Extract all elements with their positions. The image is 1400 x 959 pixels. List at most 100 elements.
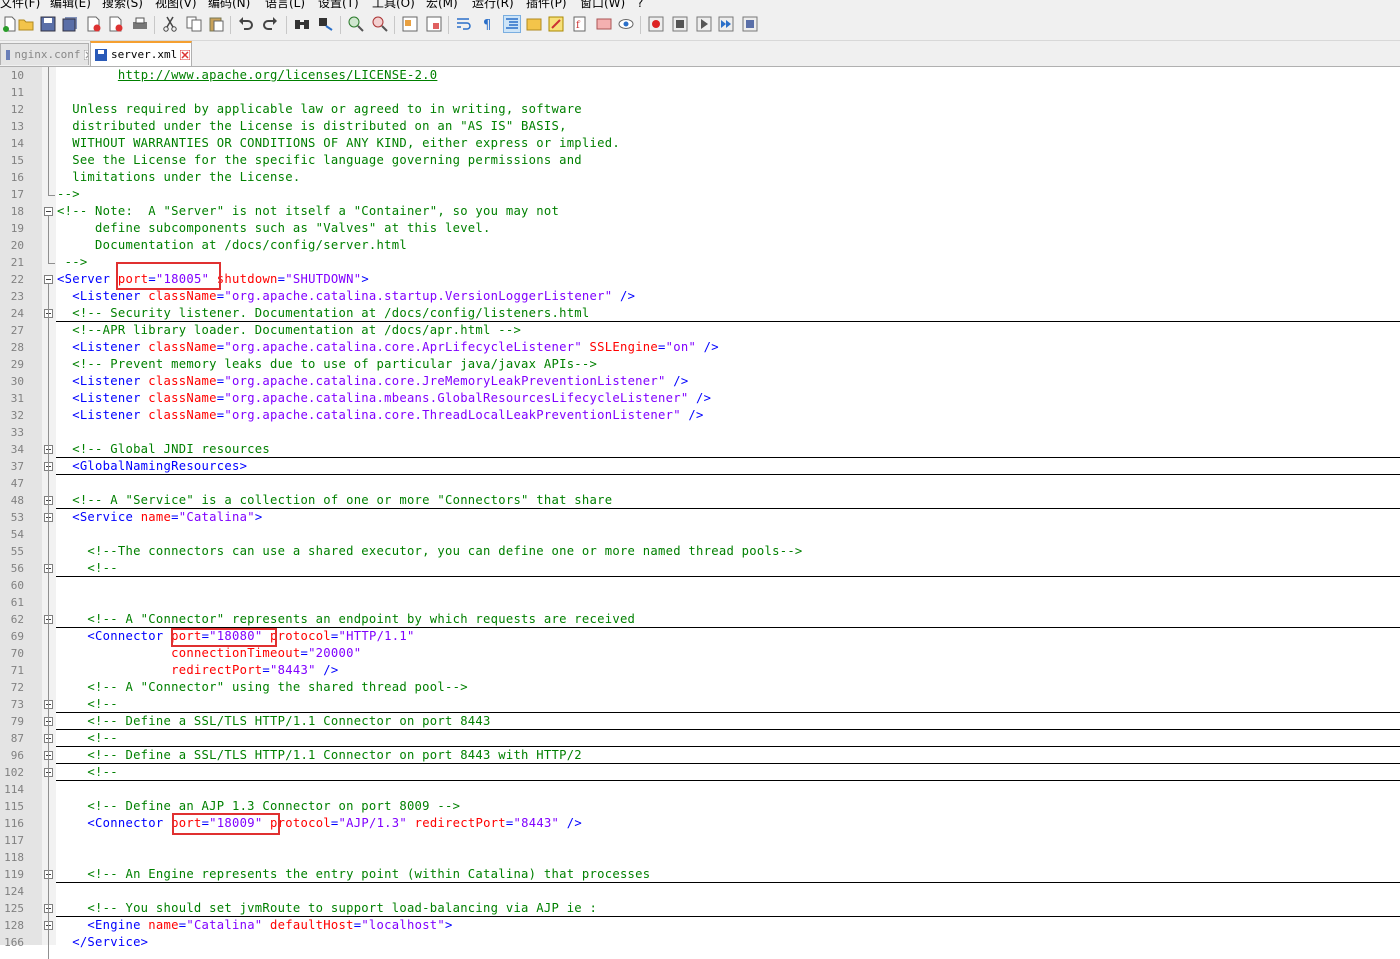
code-token: "Catalina" [178, 510, 255, 524]
menu-item[interactable]: 工具(O) [372, 0, 415, 10]
code-line: 71 redirectPort="8443" /> [0, 662, 1400, 679]
sync-horizontal-icon[interactable] [426, 16, 442, 32]
code-token: <Listener [57, 340, 149, 354]
code-text: </Service> [57, 934, 148, 951]
code-token: "org.apache.catalina.mbeans.GlobalResour… [224, 391, 689, 405]
code-line: 28 <Listener className = "org.apache.catal… [0, 339, 1400, 356]
word-wrap-icon[interactable] [456, 16, 472, 32]
code-line: 73 <!-- [0, 696, 1400, 713]
paste-icon[interactable] [208, 16, 224, 32]
line-number: 47 [10, 477, 24, 490]
menu-item[interactable]: 语言(L) [265, 0, 305, 10]
code-token: /> [612, 289, 636, 303]
playback-macro-icon[interactable] [696, 16, 712, 32]
fold-collapse-icon[interactable] [44, 275, 53, 284]
menu-item[interactable]: 文件(F) [0, 0, 40, 10]
function-list-icon[interactable]: f [572, 16, 588, 32]
new-file-icon[interactable] [2, 16, 18, 32]
close-file-icon[interactable] [86, 16, 102, 32]
line-number: 18 [10, 205, 24, 218]
doc-list-icon[interactable] [596, 16, 612, 32]
line-number: 15 [10, 154, 24, 167]
copy-icon[interactable] [186, 16, 202, 32]
redo-icon[interactable] [262, 16, 278, 32]
line-number: 37 [10, 460, 24, 473]
menu-item[interactable]: 宏(M) [426, 0, 458, 10]
menu-item[interactable]: 编辑(E) [50, 0, 91, 10]
code-line: 19 define subcomponents such as "Valves"… [0, 220, 1400, 237]
menu-item[interactable]: 搜索(S) [102, 0, 143, 10]
code-token: <!-- A "Connector" represents an endpoin… [57, 612, 636, 626]
line-number: 124 [4, 885, 24, 898]
code-token: = [171, 510, 179, 524]
code-token: = [330, 629, 339, 643]
code-text: <Engine name="Catalina" defaultHost="loc… [57, 917, 453, 934]
line-number: 62 [10, 613, 24, 626]
code-text: <Listener className="org.apache.catalina… [57, 373, 688, 390]
stop-recording-icon[interactable] [672, 16, 688, 32]
fold-end-marker [48, 186, 55, 196]
code-text: <!-- Define a SSL/TLS HTTP/1.1 Connector… [57, 713, 491, 730]
print-icon[interactable] [132, 16, 148, 32]
line-number: 24 [10, 307, 24, 320]
line-number: 60 [10, 579, 24, 592]
sync-vertical-icon[interactable] [402, 16, 418, 32]
monitoring-icon[interactable] [618, 16, 634, 32]
code-token[interactable]: http://www.apache.org/licenses/LICENSE-2… [118, 68, 438, 82]
code-line: 124 [0, 883, 1400, 900]
code-token: <!-- [57, 561, 118, 575]
open-file-icon[interactable] [18, 16, 34, 32]
line-number: 72 [10, 681, 24, 694]
code-line: 96 <!-- Define a SSL/TLS HTTP/1.1 Connec… [0, 747, 1400, 764]
menu-item[interactable]: 视图(V) [155, 0, 197, 10]
document-map-icon[interactable] [548, 16, 564, 32]
tab-server-xml[interactable]: server.xml [90, 41, 192, 66]
close-icon[interactable] [83, 49, 88, 60]
file-icon [6, 49, 11, 60]
indent-guide-icon[interactable] [503, 15, 521, 33]
code-line: 18 <!-- Note: A "Server" is not itself a … [0, 203, 1400, 220]
fold-collapse-icon[interactable] [44, 207, 53, 216]
menu-item[interactable]: 窗口(W) [580, 0, 625, 10]
code-line: 54 [0, 526, 1400, 543]
code-line: 128 <Engine name="Catalina" defaultHost=… [0, 917, 1400, 934]
zoom-out-icon[interactable] [372, 16, 388, 32]
close-all-icon[interactable] [108, 16, 124, 32]
folder-as-workspace-icon[interactable] [526, 16, 542, 32]
cut-icon[interactable] [162, 16, 178, 32]
save-all-icon[interactable] [62, 16, 78, 32]
undo-icon[interactable] [238, 16, 254, 32]
code-text: Documentation at /docs/config/server.htm… [57, 237, 407, 254]
menu-item[interactable]: 编码(N) [208, 0, 250, 10]
code-text: <!-- You should set jvmRoute to support … [57, 900, 597, 917]
menu-item[interactable]: ? [637, 0, 643, 10]
code-token: className [148, 391, 217, 405]
code-line: 62 <!-- A "Connector" represents an endp… [0, 611, 1400, 628]
menu-item[interactable]: 插件(P) [526, 0, 567, 10]
code-token: <!-- Note: A "Server" is not itself a "C… [57, 204, 560, 218]
code-line: 13 distributed under the License is dist… [0, 118, 1400, 135]
run-macro-multiple-icon[interactable] [718, 16, 734, 32]
code-token: <!--APR library loader. Documentation at… [57, 323, 522, 337]
tab-nginx-conf[interactable]: nginx.conf [0, 43, 89, 65]
code-text: <!-- A "Connector" represents an endpoin… [57, 611, 635, 628]
code-token: /> [680, 408, 704, 422]
record-macro-icon[interactable] [648, 16, 664, 32]
replace-icon[interactable] [318, 16, 334, 32]
menu-item[interactable]: 运行(R) [472, 0, 514, 10]
line-number: 87 [10, 732, 24, 745]
save-icon[interactable] [40, 16, 56, 32]
line-number: 34 [10, 443, 24, 456]
line-number: 29 [10, 358, 24, 371]
code-text: <!-- Note: A "Server" is not itself a "C… [57, 203, 559, 220]
zoom-in-icon[interactable] [348, 16, 364, 32]
code-text: <!-- [57, 696, 118, 713]
line-number: 118 [4, 851, 24, 864]
code-line: 33 [0, 424, 1400, 441]
show-all-chars-icon[interactable]: ¶ [480, 16, 496, 32]
find-icon[interactable] [294, 16, 310, 32]
close-icon[interactable] [180, 49, 191, 60]
save-macro-icon[interactable] [742, 16, 758, 32]
menu-item[interactable]: 设置(T) [318, 0, 359, 10]
